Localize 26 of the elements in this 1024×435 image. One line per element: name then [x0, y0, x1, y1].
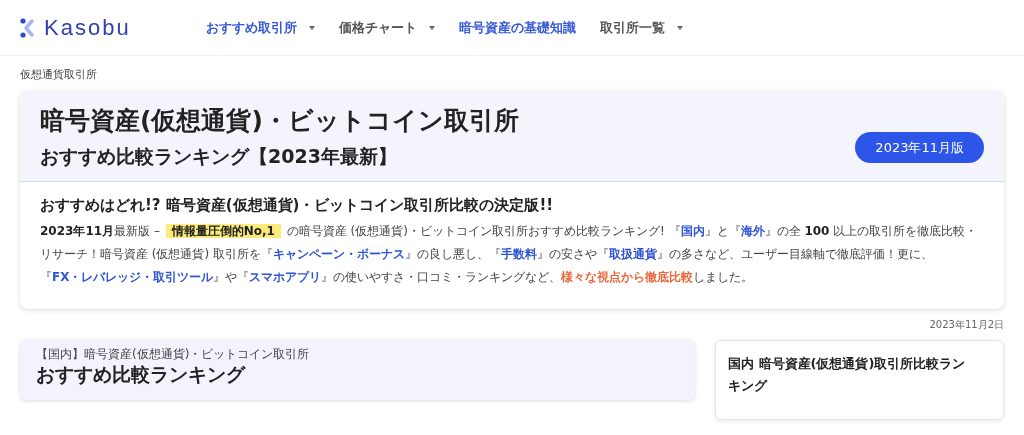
nav-link[interactable]: 暗号資産の基礎知識 — [459, 17, 576, 38]
nav-link[interactable]: おすすめ取引所 — [206, 17, 315, 38]
logo-text[interactable]: Kasobu — [44, 11, 131, 44]
hero-title: 暗号資産(仮想通貨)・ビットコイン取引所 — [40, 104, 519, 137]
update-date: 2023年11月2日 — [929, 318, 1004, 332]
text-link[interactable]: 取扱通貨 — [609, 247, 657, 261]
edition-badge: 2023年11月版 — [855, 131, 984, 164]
text-link[interactable]: FX・レバレッジ・取引ツール — [52, 270, 214, 284]
hero-subtitle: おすすめ比較ランキング【2023年最新】 — [40, 143, 398, 169]
text-link[interactable]: 海外 — [740, 224, 765, 238]
caret-icon — [429, 25, 435, 30]
nav-link[interactable]: 価格チャート — [339, 17, 435, 38]
text-link[interactable]: キャンペーン・ボーナス — [273, 247, 405, 261]
text-link[interactable]: 国内 — [680, 224, 705, 238]
caret-icon — [677, 25, 683, 30]
ranking-title: おすすめ比較ランキング — [36, 362, 247, 386]
logo-icon — [20, 17, 36, 38]
text-link[interactable]: スマホアプリ — [249, 270, 322, 284]
side-card-title: 国内 暗号資産(仮想通貨)取引所比較ランキング — [728, 355, 967, 395]
hero-paragraph: 2023年11月最新版 – 情報量圧倒的No,1 の暗号資産 (仮想通貨)・ビットコイン取引所おすすめ比較ランキング! 『国内』と『海外』の全 100 以上の取引所を徹底比較・リサーチ！暗号資産 (仮想通貨) 取引所を『キャンペーン・ボーナス』の良し悪し、『手数料』の安さや『取扱通貨』の多さなど、ユーザー目線軸で徹底評価！更に、『FX・レバレッジ・取引ツール』や『スマホアプリ』の使いやすさ・口コミ・ランキングなど、様々な視点から徹底比較しました。 — [40, 223, 979, 286]
nav-link[interactable]: 取引所一覧 — [600, 17, 683, 38]
breadcrumb[interactable]: 仮想通貨取引所 — [20, 67, 1004, 84]
caret-icon — [309, 25, 315, 30]
text-link[interactable]: 手数料 — [501, 247, 537, 261]
ranking-kicker: 【国内】暗号資産(仮想通貨)・ビットコイン取引所 — [36, 346, 311, 362]
hero-heading: おすすめはどれ!? 暗号資産(仮想通貨)・ビットコイン取引所比較の決定版!! — [40, 194, 555, 216]
